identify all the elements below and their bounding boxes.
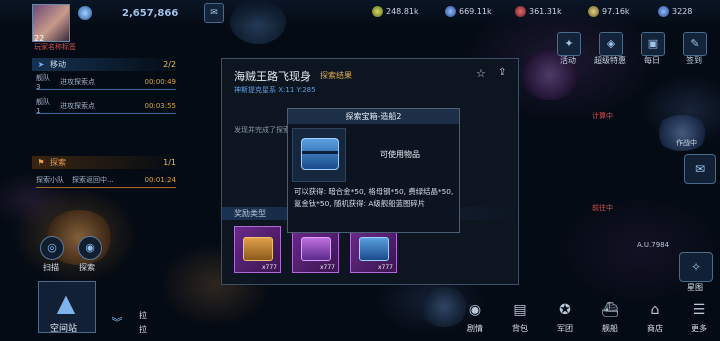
signin-icon[interactable]: ✎ bbox=[683, 32, 707, 56]
progress-bar bbox=[36, 187, 176, 188]
explore-header[interactable]: ⚑ 探索 1/1 bbox=[32, 156, 180, 169]
resource-2[interactable]: 669.11k bbox=[445, 6, 492, 17]
resource-5[interactable]: 3228 bbox=[658, 6, 692, 17]
list-item[interactable]: 舰队3 进攻探索点 00:00:49 bbox=[36, 74, 176, 91]
top-action-label: 每日 bbox=[644, 56, 660, 65]
top-action-label: 超级特惠 bbox=[594, 56, 626, 65]
chat-icon[interactable]: ✉ bbox=[684, 154, 716, 184]
chest-icon bbox=[359, 237, 389, 261]
explore-label: 探索 bbox=[79, 263, 95, 272]
space-station-icon: ▲ bbox=[56, 289, 76, 317]
scan-label: 扫描 bbox=[43, 263, 59, 272]
chest-icon bbox=[301, 138, 339, 170]
reward-item[interactable]: x777 bbox=[292, 226, 339, 273]
nav-label: 舰船 bbox=[602, 324, 618, 333]
notification-icon[interactable]: ✉ bbox=[204, 3, 224, 23]
move-icon: ➤ bbox=[37, 59, 45, 69]
reward-item[interactable]: x777 bbox=[350, 226, 397, 273]
top-action-label: 签到 bbox=[686, 56, 702, 65]
nav-label: 背包 bbox=[512, 324, 528, 333]
move-header[interactable]: ➤ 移动 2/2 bbox=[32, 58, 180, 71]
item-icon-frame bbox=[292, 128, 346, 182]
list-item[interactable]: 舰队1 进攻探索点 00:03:55 bbox=[36, 98, 176, 115]
chest-icon bbox=[243, 237, 273, 261]
dialog-subtitle: 探索结果 bbox=[320, 71, 352, 80]
chest-icon bbox=[301, 237, 331, 261]
story-icon[interactable]: ◉ bbox=[462, 298, 488, 322]
share-icon[interactable]: ⇪ bbox=[498, 67, 506, 78]
resource-icon bbox=[515, 6, 526, 17]
resource-3[interactable]: 361.31k bbox=[515, 6, 562, 17]
activity-icon[interactable]: ✦ bbox=[557, 32, 581, 56]
space-station-label: 空间站 bbox=[50, 324, 78, 334]
list-item[interactable]: 探索小队 探索返回中... 00:01:24 bbox=[36, 173, 176, 186]
resource-icon bbox=[658, 6, 669, 17]
fleet-icon[interactable]: ⛴ bbox=[597, 298, 623, 322]
dialog-hint: 发现并完成了探索 bbox=[234, 126, 290, 134]
progress-bar bbox=[36, 89, 176, 90]
currency-amount: 2,657,866 bbox=[122, 8, 179, 19]
bag-icon[interactable]: ▤ bbox=[507, 298, 533, 322]
treasure-icon[interactable]: ◈ bbox=[599, 32, 623, 56]
item-tooltip-popup: 探索宝箱-造船2 可使用物品 可以获得: 暗合金*50, 格母钢*50, 费绿结… bbox=[287, 108, 460, 233]
resource-icon bbox=[445, 6, 456, 17]
side-label: 拉 bbox=[139, 325, 147, 334]
favorite-star-icon[interactable]: ☆ bbox=[476, 67, 486, 80]
resource-4[interactable]: 97.16k bbox=[588, 6, 630, 17]
army-icon[interactable]: ✪ bbox=[552, 298, 578, 322]
popup-title: 探索宝箱-造船2 bbox=[288, 109, 459, 124]
status-tag: 计算中 bbox=[592, 112, 613, 120]
progress-bar bbox=[36, 113, 176, 114]
chevron-icon[interactable]: ︾ bbox=[106, 312, 128, 334]
resource-1[interactable]: 248.81k bbox=[372, 6, 419, 17]
gem-icon bbox=[78, 6, 92, 20]
resource-icon bbox=[372, 6, 383, 17]
dialog-title: 海贼王路飞现身 bbox=[234, 70, 311, 83]
nav-label: 更多 bbox=[691, 324, 707, 333]
top-action-label: 活动 bbox=[560, 56, 576, 65]
item-description: 可以获得: 暗合金*50, 格母钢*50, 费绿结晶*50, 氪金钛*50, 随… bbox=[294, 187, 454, 208]
side-label: 拉 bbox=[139, 311, 147, 320]
player-name-tag: 玩家名称标签 bbox=[34, 43, 76, 51]
usable-label: 可使用物品 bbox=[380, 150, 420, 159]
nav-label: 军团 bbox=[557, 324, 573, 333]
status-tag: 前往中 bbox=[592, 204, 613, 212]
nav-label: 剧情 bbox=[467, 324, 483, 333]
explore-radar-icon[interactable]: ◉ bbox=[78, 236, 102, 260]
reward-item[interactable]: x777 bbox=[234, 226, 281, 273]
explore-icon: ⚑ bbox=[37, 157, 45, 167]
nav-label: 商店 bbox=[647, 324, 663, 333]
resource-icon bbox=[588, 6, 599, 17]
daily-icon[interactable]: ▣ bbox=[641, 32, 665, 56]
star-map-label: 星图 bbox=[687, 283, 703, 292]
shop-icon[interactable]: ⌂ bbox=[642, 298, 668, 322]
status-tag: 作战中 bbox=[676, 139, 697, 147]
location-link[interactable]: 神斯提克星系 X:11 Y:285 bbox=[234, 85, 316, 95]
star-map-icon[interactable]: ✧ bbox=[679, 252, 713, 282]
coordinate-readout: A.U.7984 bbox=[637, 241, 670, 249]
scan-icon[interactable]: ◎ bbox=[40, 236, 64, 260]
more-icon[interactable]: ☰ bbox=[686, 298, 712, 322]
